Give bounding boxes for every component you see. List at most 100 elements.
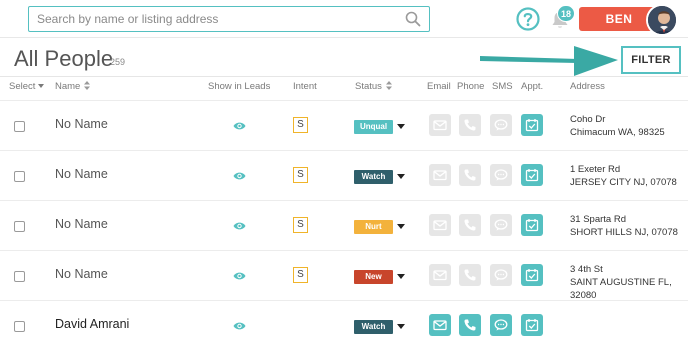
column-label: Select xyxy=(9,81,36,92)
phone-icon xyxy=(464,319,476,331)
sort-icon xyxy=(84,81,91,90)
address-line: Coho Dr xyxy=(570,114,606,125)
phone-icon xyxy=(464,269,476,281)
address: 31 Sparta Rd SHORT HILLS NJ, 07078 xyxy=(570,213,678,239)
status-badge[interactable]: Unqual xyxy=(354,120,393,134)
eye-icon[interactable] xyxy=(233,321,246,331)
people-count: 259 xyxy=(110,57,126,67)
person-name[interactable]: No Name xyxy=(55,217,108,231)
address-line: 31 Sparta Rd xyxy=(570,214,626,225)
user-photo-icon xyxy=(648,6,676,34)
address-line: 1 Exeter Rd xyxy=(570,164,621,175)
appointment-button[interactable] xyxy=(521,114,543,136)
person-name[interactable]: No Name xyxy=(55,167,108,181)
filter-button[interactable]: FILTER xyxy=(621,46,681,74)
person-name[interactable]: No Name xyxy=(55,117,108,131)
status-badge[interactable]: Watch xyxy=(354,170,393,184)
column-header-sms: SMS xyxy=(492,81,513,92)
row-checkbox[interactable] xyxy=(14,221,25,232)
calendar-check-icon xyxy=(525,219,539,232)
sms-button[interactable] xyxy=(490,114,512,136)
calendar-check-icon xyxy=(525,269,539,282)
status-dropdown-icon[interactable] xyxy=(397,274,405,279)
address-line: JERSEY CITY NJ, 07078 xyxy=(570,177,677,188)
mail-icon xyxy=(433,170,447,181)
table-row[interactable]: No Name S Unqual Coho Dr Chimacum WA, 98… xyxy=(0,100,688,150)
eye-icon[interactable] xyxy=(233,271,246,281)
column-header-email: Email xyxy=(427,81,451,92)
address: Coho Dr Chimacum WA, 98325 xyxy=(570,113,665,139)
intent-badge: S xyxy=(293,117,308,133)
column-header-address: Address xyxy=(570,81,605,92)
phone-icon xyxy=(464,219,476,231)
table-row[interactable]: David Amrani Watch xyxy=(0,300,688,345)
table-row[interactable]: No Name S Watch 1 Exeter Rd JERSEY CITY … xyxy=(0,150,688,200)
phone-button[interactable] xyxy=(459,264,481,286)
status-dropdown-icon[interactable] xyxy=(397,124,405,129)
mail-icon xyxy=(433,320,447,331)
search-box[interactable] xyxy=(28,6,430,32)
row-checkbox[interactable] xyxy=(14,171,25,182)
row-checkbox[interactable] xyxy=(14,271,25,282)
email-button[interactable] xyxy=(429,164,451,186)
search-icon[interactable] xyxy=(405,11,421,27)
person-name[interactable]: David Amrani xyxy=(55,317,129,331)
phone-button[interactable] xyxy=(459,114,481,136)
appointment-button[interactable] xyxy=(521,214,543,236)
sms-button[interactable] xyxy=(490,214,512,236)
column-header-select[interactable]: Select xyxy=(9,81,45,92)
status-dropdown-icon[interactable] xyxy=(397,324,405,329)
chat-bubble-icon xyxy=(494,169,508,181)
row-checkbox[interactable] xyxy=(14,121,25,132)
phone-button[interactable] xyxy=(459,214,481,236)
calendar-check-icon xyxy=(525,119,539,132)
notification-badge: 18 xyxy=(557,5,576,22)
person-name[interactable]: No Name xyxy=(55,267,108,281)
email-button[interactable] xyxy=(429,264,451,286)
status-badge[interactable]: Watch xyxy=(354,320,393,334)
status-dropdown-icon[interactable] xyxy=(397,174,405,179)
appointment-button[interactable] xyxy=(521,314,543,336)
chat-bubble-icon xyxy=(494,119,508,131)
email-button[interactable] xyxy=(429,214,451,236)
status-badge[interactable]: New xyxy=(354,270,393,284)
status-dropdown-icon[interactable] xyxy=(397,224,405,229)
column-header-intent: Intent xyxy=(293,81,317,92)
column-header-status[interactable]: Status xyxy=(355,81,392,92)
divider xyxy=(0,76,688,77)
intent-badge: S xyxy=(293,217,308,233)
sms-button[interactable] xyxy=(490,264,512,286)
status-badge[interactable]: Nurt xyxy=(354,220,393,234)
arrow-pointer-icon xyxy=(480,46,618,76)
calendar-check-icon xyxy=(525,319,539,332)
table-row[interactable]: No Name S New 3 4th St SAINT AUGUSTINE F… xyxy=(0,250,688,302)
chat-bubble-icon xyxy=(494,269,508,281)
eye-icon[interactable] xyxy=(233,121,246,131)
address: 3 4th St SAINT AUGUSTINE FL, 32080 xyxy=(570,263,672,302)
phone-button[interactable] xyxy=(459,314,481,336)
top-bar: 18 BEN xyxy=(0,0,688,38)
column-header-show-in-leads: Show in Leads xyxy=(208,81,271,92)
chat-bubble-icon xyxy=(494,319,508,331)
phone-icon xyxy=(464,119,476,131)
chat-bubble-icon xyxy=(494,219,508,231)
eye-icon[interactable] xyxy=(233,221,246,231)
email-button[interactable] xyxy=(429,314,451,336)
avatar[interactable] xyxy=(646,4,678,36)
search-input[interactable] xyxy=(37,10,397,28)
appointment-button[interactable] xyxy=(521,164,543,186)
phone-icon xyxy=(464,169,476,181)
sms-button[interactable] xyxy=(490,164,512,186)
calendar-check-icon xyxy=(525,169,539,182)
sms-button[interactable] xyxy=(490,314,512,336)
appointment-button[interactable] xyxy=(521,264,543,286)
column-header-appt: Appt. xyxy=(521,81,544,92)
email-button[interactable] xyxy=(429,114,451,136)
table-row[interactable]: No Name S Nurt 31 Sparta Rd SHORT HILLS … xyxy=(0,200,688,250)
column-header-name[interactable]: Name xyxy=(55,81,91,92)
eye-icon[interactable] xyxy=(233,171,246,181)
column-header-phone: Phone xyxy=(457,81,485,92)
help-icon[interactable] xyxy=(516,7,540,31)
row-checkbox[interactable] xyxy=(14,321,25,332)
phone-button[interactable] xyxy=(459,164,481,186)
